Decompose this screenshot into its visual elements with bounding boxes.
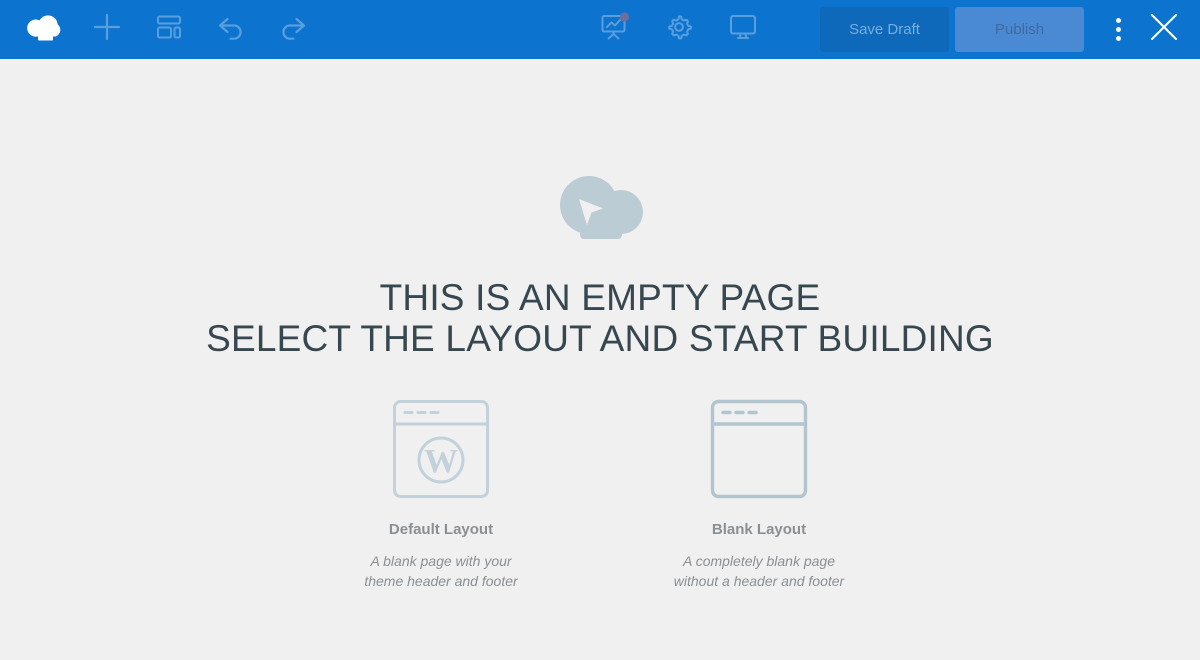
cloud-logo-icon xyxy=(26,12,64,47)
layout-option-default[interactable]: W Default Layout A blank page with your … xyxy=(282,399,600,591)
publish-button[interactable]: Publish xyxy=(955,7,1084,52)
default-layout-title: Default Layout xyxy=(388,521,494,538)
top-toolbar: Save Draft Publish xyxy=(0,0,1200,59)
svg-text:W: W xyxy=(424,443,458,480)
close-icon xyxy=(1147,10,1181,49)
presentation-chart-icon xyxy=(599,11,631,48)
add-icon xyxy=(92,12,122,47)
blank-layout-desc-line-1: A completely blank page xyxy=(682,553,836,569)
close-button[interactable] xyxy=(1138,0,1190,59)
more-options-button[interactable] xyxy=(1098,0,1138,59)
kebab-dot-3 xyxy=(1115,36,1121,41)
browser-window-blank-icon xyxy=(710,399,808,504)
headline-line-1: THIS IS AN EMPTY PAGE xyxy=(379,277,821,318)
undo-icon xyxy=(215,13,247,46)
editor-canvas: THIS IS AN EMPTY PAGE SELECT THE LAYOUT … xyxy=(0,59,1200,660)
blank-layout-title: Blank Layout xyxy=(711,521,807,538)
undo-button[interactable] xyxy=(200,0,262,59)
toolbar-left-group xyxy=(0,0,324,59)
page-title: THIS IS AN EMPTY PAGE SELECT THE LAYOUT … xyxy=(206,277,994,359)
add-button[interactable] xyxy=(76,0,138,59)
cloud-cursor-mark xyxy=(552,169,648,245)
layout-choices: W Default Layout A blank page with your … xyxy=(282,399,918,591)
blank-layout-description: A completely blank page without a header… xyxy=(674,551,844,591)
layout-button[interactable] xyxy=(138,0,200,59)
toolbar-center-group xyxy=(583,0,775,59)
gear-icon xyxy=(664,12,694,47)
responsive-view-button[interactable] xyxy=(711,0,775,59)
blank-layout-desc-line-2: without a header and footer xyxy=(673,573,845,589)
cloud-logo-button[interactable] xyxy=(14,0,76,59)
kebab-dot-2 xyxy=(1115,27,1121,32)
default-layout-description: A blank page with your theme header and … xyxy=(364,551,517,591)
redo-icon xyxy=(277,13,309,46)
layout-option-blank[interactable]: Blank Layout A completely blank page wit… xyxy=(600,399,918,591)
default-layout-art: W xyxy=(392,399,490,504)
save-draft-button[interactable]: Save Draft xyxy=(820,7,949,52)
headline-line-2: SELECT THE LAYOUT AND START BUILDING xyxy=(206,318,994,359)
default-layout-desc-line-1: A blank page with your xyxy=(370,553,512,569)
settings-button[interactable] xyxy=(647,0,711,59)
desktop-icon xyxy=(727,12,759,47)
layout-icon xyxy=(155,13,183,46)
blank-layout-art xyxy=(710,399,808,504)
toolbar-right-group: Save Draft Publish xyxy=(820,0,1200,59)
default-layout-desc-line-2: theme header and footer xyxy=(364,573,518,589)
stats-button[interactable] xyxy=(583,0,647,59)
browser-window-wordpress-icon: W xyxy=(392,399,490,504)
kebab-dot-1 xyxy=(1115,18,1121,23)
redo-button[interactable] xyxy=(262,0,324,59)
